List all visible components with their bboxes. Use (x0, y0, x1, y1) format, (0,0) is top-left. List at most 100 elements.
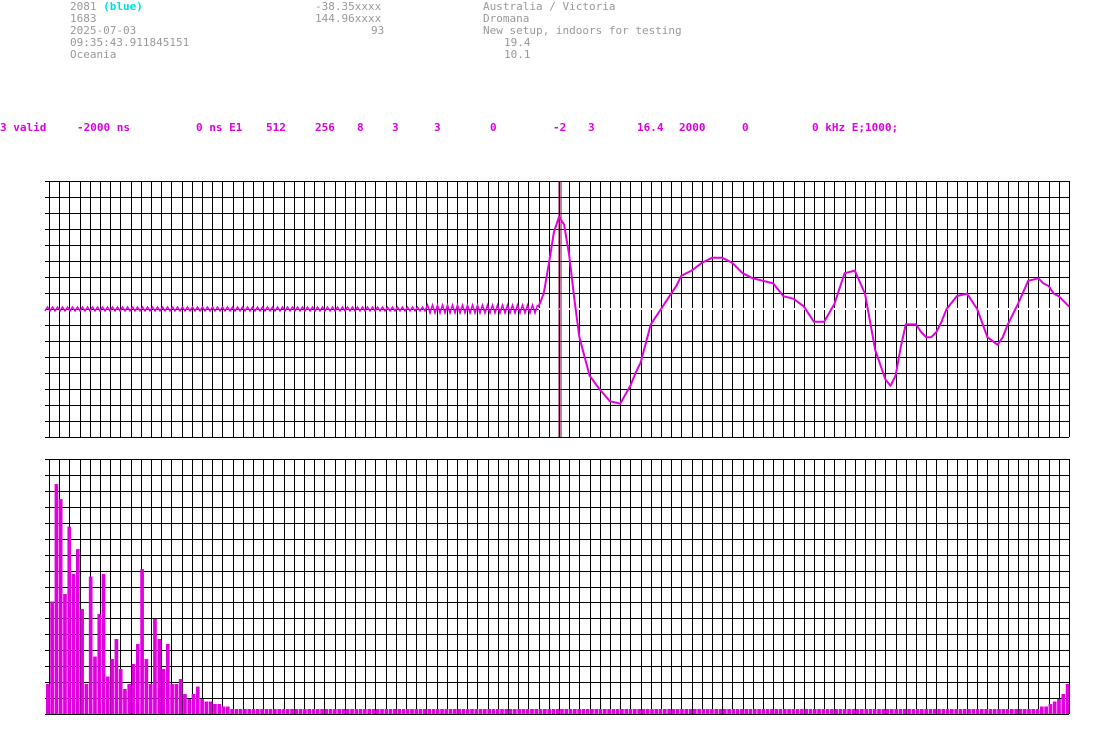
spectrum-bar (718, 709, 723, 714)
spectrum-bar (187, 699, 192, 714)
waveform-point (675, 285, 678, 287)
spectrum-bar (958, 709, 963, 714)
spectrum-bar (414, 709, 419, 714)
spectrum-bar (675, 709, 680, 714)
pre-trigger-oscillation (44, 302, 539, 316)
spectrum-bar (710, 709, 714, 714)
spectrum-bar (842, 709, 847, 714)
spectrum-bar (1005, 709, 1010, 714)
spectrum-bar (568, 709, 573, 714)
waveform-point (721, 257, 723, 259)
spectrum-bar (423, 709, 427, 714)
spectrum-bar (517, 709, 521, 714)
plots-canvas (44, 181, 1070, 715)
spectrum-bar (388, 709, 393, 714)
waveform-point (772, 282, 774, 285)
spectrum-bar (697, 709, 701, 714)
spectrum-bar (907, 709, 911, 714)
spectrum-bar (937, 709, 941, 714)
spectrum-bar (1065, 684, 1070, 714)
spectrum-bar (924, 709, 929, 714)
spectrum-bar (453, 709, 457, 714)
waveform-point (1007, 323, 1009, 326)
spectrum-bar (1018, 709, 1023, 714)
spectrum-bar (791, 709, 796, 714)
spectrum-bar (328, 709, 333, 714)
waveform-point (976, 308, 978, 310)
waveform-point (537, 305, 540, 308)
spectrum-bar (393, 709, 397, 714)
spectrum-bar (808, 709, 813, 714)
spectrum-bar (577, 709, 581, 714)
spectrum-bar (620, 709, 624, 714)
spectrum-bar (671, 709, 676, 714)
spectrum-bar (975, 709, 980, 714)
spectrum-bar (204, 701, 209, 714)
spectrum-bar (770, 709, 774, 714)
waveform-point (833, 303, 836, 305)
spectrum-bar (680, 709, 684, 714)
spectrum-bar (641, 709, 646, 714)
spectrum-bar (238, 709, 243, 714)
waveform-point (956, 295, 958, 298)
spectrum-bar (50, 601, 54, 714)
spectrum-bar (954, 709, 958, 714)
spectrum-grid (45, 459, 1070, 715)
waveform-point (894, 374, 897, 377)
waveform-point (899, 346, 902, 349)
spectrum-bar (812, 709, 817, 714)
spectrum-bar (148, 684, 153, 714)
waveform-point (889, 385, 892, 387)
spectrum-bar (397, 709, 402, 714)
spectrum-bar (800, 709, 804, 714)
waveform-trace (537, 215, 1070, 405)
spectrum-bar (457, 709, 461, 714)
spectrum-bar (303, 709, 307, 714)
spectrum-bar (431, 709, 436, 714)
spectrum-bar (928, 709, 933, 714)
spectrum-bar (650, 709, 654, 714)
spectrum-bar (273, 709, 277, 714)
spectrum-bar (830, 709, 834, 714)
spectrum-bar (440, 709, 444, 714)
waveform-point (843, 272, 846, 275)
spectrum-bar (337, 709, 342, 714)
spectrum-bar (984, 709, 988, 714)
spectrum-bar (911, 709, 916, 714)
spectrum-bar (530, 709, 534, 714)
spectrum-bar (243, 709, 247, 714)
spectrum-bar (58, 499, 63, 714)
spectrum-bar (941, 709, 946, 714)
spectrum-bar (324, 709, 329, 714)
spectrum-bar (560, 709, 564, 714)
spectrum-bar (118, 669, 123, 714)
spectrum-bar (470, 709, 474, 714)
spectrum-bar (1031, 709, 1036, 714)
spectrum-bar (1044, 706, 1048, 714)
spectrum-bar (285, 709, 290, 714)
spectrum-bar (855, 709, 860, 714)
spectrum-bar (847, 709, 851, 714)
spectrum-bar (748, 709, 753, 714)
spectrum-bar (131, 664, 136, 714)
spectrum-bar (315, 709, 320, 714)
spectrum-bar (645, 709, 650, 714)
spectrum-bar (170, 684, 174, 714)
spectrum-bar (221, 706, 226, 714)
spectrum-bar (920, 709, 924, 714)
spectrum-bar (573, 709, 577, 714)
waveform-point (731, 262, 734, 264)
spectrum-bar (997, 709, 1001, 714)
waveform-point (690, 269, 693, 272)
spectrum-bar (123, 689, 127, 714)
spectrum-bar (980, 709, 984, 714)
spectrum-bar (688, 709, 693, 714)
spectrum-bar (701, 709, 706, 714)
spectrum-bar (838, 709, 843, 714)
spectrum-bar (255, 709, 260, 714)
waveform-point (619, 402, 621, 405)
spectrum-bar (217, 704, 222, 714)
spectrum-bar (1001, 709, 1006, 714)
waveform-point (1037, 277, 1040, 280)
spectrum-bar (88, 576, 93, 714)
